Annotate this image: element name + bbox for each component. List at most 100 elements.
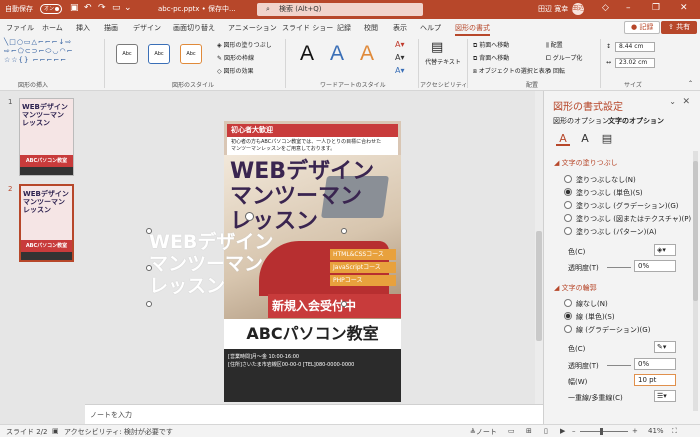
accessibility-status[interactable]: アクセシビリティ: 検討が必要です (64, 427, 173, 437)
tab-text-options[interactable]: 文字のオプション (608, 116, 664, 126)
save-icon[interactable]: ▣ (70, 3, 79, 13)
minimize-button[interactable]: – (626, 3, 631, 13)
bring-forward-button[interactable]: ⧉ 前面へ移動 (473, 40, 509, 50)
shape-fill-button[interactable]: ◈ 図形の塗りつぶし (217, 40, 272, 49)
shape-gallery[interactable]: ╲□○▭△⌐⌐⌐↓⇨ ⇨⌐⬠⊂⊃⌐⬭◡◠⌐ ☆☆{} ⌐⌐⌐⌐⌐ (4, 38, 72, 76)
fill-transparency-slider[interactable] (607, 267, 631, 268)
selected-wordart[interactable]: WEBデザイン マンツーマン レッスン (149, 231, 284, 303)
shape-style-2[interactable]: Abc (148, 44, 170, 64)
close-button[interactable]: ✕ (680, 3, 688, 13)
outline-width-input[interactable]: 10 pt (634, 374, 676, 386)
coauthor-icon[interactable]: ◇ (602, 3, 609, 13)
wordart-style-3[interactable]: A (360, 42, 374, 66)
selection-pane-button[interactable]: ⧈ オブジェクトの選択と表示 (473, 66, 551, 76)
line-solid-radio[interactable]: 線 (単色)(S) (564, 312, 615, 322)
canvas-scrollbar[interactable] (535, 91, 543, 404)
rotate-handle[interactable] (245, 212, 254, 221)
fill-none-radio[interactable]: 塗りつぶしなし(N) (564, 175, 636, 185)
enrollment-banner[interactable]: 新規入会受付中 (268, 294, 401, 318)
zoom-slider-knob[interactable] (600, 428, 603, 435)
tab-transitions[interactable]: 画面切り替え (173, 23, 215, 33)
spellcheck-icon[interactable]: ▣ (52, 427, 59, 435)
shape-style-1[interactable]: Abc (116, 44, 138, 64)
height-input[interactable]: 8.44 cm (615, 42, 655, 52)
resize-handle[interactable] (146, 265, 152, 271)
present-icon[interactable]: ▭ (112, 3, 121, 13)
slide-header[interactable]: 初心者大歓迎 (227, 124, 398, 137)
fill-solid-radio[interactable]: 塗りつぶし (単色)(S) (564, 188, 643, 198)
course-label[interactable]: PHPコース (330, 275, 396, 286)
resize-handle[interactable] (341, 301, 347, 307)
shape-style-3[interactable]: Abc (180, 44, 202, 64)
wordart-style-2[interactable]: A (330, 42, 344, 66)
fill-pattern-radio[interactable]: 塗りつぶし (パターン)(A) (564, 227, 657, 237)
tab-file[interactable]: ファイル (6, 23, 34, 33)
undo-icon[interactable]: ↶ (84, 3, 92, 13)
resize-handle[interactable] (341, 228, 347, 234)
avatar[interactable]: 田辺 (572, 3, 584, 15)
tab-record[interactable]: 記録 (337, 23, 351, 33)
tab-shape-format[interactable]: 図形の書式 (455, 23, 490, 36)
tab-shape-options[interactable]: 図形のオプション (553, 116, 609, 126)
zoom-in-icon[interactable]: + (632, 427, 638, 435)
scroll-thumb[interactable] (693, 161, 698, 301)
line-none-radio[interactable]: 線なし(N) (564, 299, 608, 309)
close-pane-icon[interactable]: ✕ (682, 97, 690, 107)
tab-animations[interactable]: アニメーション (228, 23, 277, 33)
send-backward-button[interactable]: ⧉ 背面へ移動 (473, 53, 509, 63)
notes-toggle[interactable]: ≜ノート (470, 427, 497, 437)
alt-text-button[interactable]: 代替テキスト (425, 59, 461, 67)
text-effects-icon[interactable]: A (578, 132, 592, 146)
user-name[interactable]: 田辺 寛幸 (538, 4, 568, 14)
text-fill-icon[interactable]: A▾ (395, 40, 405, 49)
fill-transparency-input[interactable]: 0% (634, 260, 676, 272)
slide-thumbnail-1[interactable]: WEBデザイン マンツーマン レッスン ABCパソコン教室 (19, 98, 74, 176)
slide-thumbnail-2[interactable]: WEBデザイン マンツーマン レッスン ABCパソコン教室 (19, 184, 74, 262)
zoom-out-icon[interactable]: – (572, 427, 576, 435)
search-box[interactable]: ⌕ 検索 (Alt+Q) (257, 3, 423, 16)
tab-design[interactable]: デザイン (133, 23, 161, 33)
tab-help[interactable]: ヘルプ (420, 23, 441, 33)
rotate-button[interactable]: ⟲ 回転 (546, 66, 565, 75)
slide-title[interactable]: WEBデザイン マンツーマン レッスン (230, 159, 374, 234)
fit-slide-icon[interactable]: ⛶ (672, 427, 677, 436)
collapse-ribbon-icon[interactable]: ⌃ (688, 80, 693, 87)
wordart-style-1[interactable]: A (300, 42, 314, 66)
tab-insert[interactable]: 挿入 (76, 23, 90, 33)
tab-home[interactable]: ホーム (42, 23, 63, 33)
normal-view-icon[interactable]: ▭ (508, 427, 515, 435)
notes-area[interactable]: ノートを入力 (85, 404, 543, 424)
fill-color-picker[interactable]: ◈▾ (654, 244, 676, 256)
fill-picture-radio[interactable]: 塗りつぶし (図またはテクスチャ)(P) (564, 214, 691, 224)
school-name[interactable]: ABCパソコン教室 (224, 319, 401, 349)
course-label[interactable]: JavaScriptコース (330, 262, 396, 273)
pane-scrollbar[interactable] (693, 151, 698, 411)
scroll-thumb[interactable] (536, 231, 542, 341)
zoom-level[interactable]: 41% (648, 427, 664, 435)
tab-slideshow[interactable]: スライド ショー (282, 23, 333, 33)
outline-color-picker[interactable]: ✎▾ (654, 341, 676, 353)
restore-button[interactable]: ❐ (652, 3, 660, 13)
text-fill-section[interactable]: ◢ 文字の塗りつぶし (554, 158, 618, 168)
slide-canvas[interactable]: 初心者大歓迎 初心者の方もABCパソコン教室では、一人ひとりの目標に合わせた マ… (85, 91, 535, 404)
more-icon[interactable]: ⌄ (124, 3, 132, 13)
share-button[interactable]: ⇪ 共有 (661, 21, 698, 34)
course-label[interactable]: HTML&CSSコース (330, 249, 396, 260)
compound-type-picker[interactable]: ☰▾ (654, 390, 676, 402)
resize-handle[interactable] (146, 228, 152, 234)
fill-gradient-radio[interactable]: 塗りつぶし (グラデーション)(G) (564, 201, 679, 211)
slideshow-view-icon[interactable]: ▶ (560, 427, 565, 435)
tab-view[interactable]: 表示 (393, 23, 407, 33)
tab-review[interactable]: 校閲 (364, 23, 378, 33)
outline-transparency-slider[interactable] (607, 365, 631, 366)
slide-subtext[interactable]: 初心者の方もABCパソコン教室では、一人ひとりの目標に合わせた マンツーマンレッ… (227, 137, 398, 155)
outline-transparency-input[interactable]: 0% (634, 358, 676, 370)
resize-handle[interactable] (146, 301, 152, 307)
sorter-view-icon[interactable]: ⊞ (526, 427, 532, 435)
text-fill-outline-icon[interactable]: A (556, 132, 570, 146)
record-button[interactable]: ● 記録 (624, 21, 661, 34)
slide-footer[interactable]: [営業時間]月～金 10:00-16:00 [住所]さいたま市岩槻区00-00-… (224, 349, 401, 402)
alt-text-icon[interactable]: ▤ (431, 40, 443, 55)
shape-effects-button[interactable]: ◇ 図形の効果 (217, 66, 254, 75)
shape-outline-button[interactable]: ✎ 図形の枠線 (217, 53, 254, 62)
